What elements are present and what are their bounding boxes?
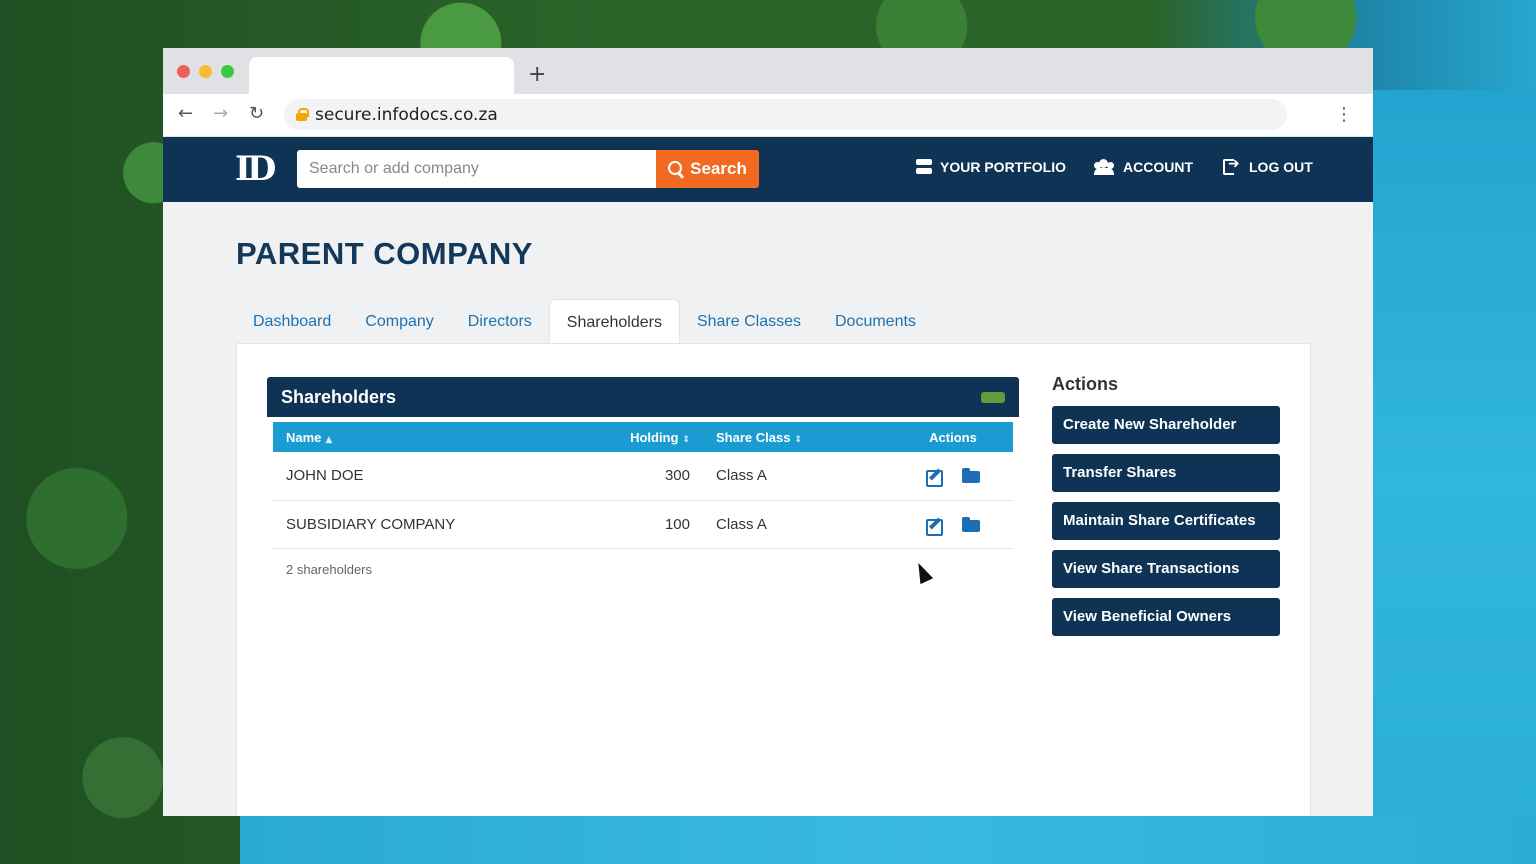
shareholders-card: Shareholders Name ▲ Holding ⇕ Share Class ⇕	[267, 377, 1019, 549]
window-controls	[177, 65, 234, 78]
sort-ascending-icon: ▲	[325, 434, 333, 445]
edit-icon[interactable]	[925, 517, 944, 536]
portfolio-icon	[916, 159, 932, 175]
infodocs-logo[interactable]: ID	[235, 152, 283, 186]
column-header-name[interactable]: Name ▲	[273, 422, 603, 452]
table-header-row: Name ▲ Holding ⇕ Share Class ⇕ Actions	[273, 422, 1013, 452]
shareholders-table: Name ▲ Holding ⇕ Share Class ⇕ Actions JOHN…	[273, 422, 1013, 549]
shareholder-share-class: Class A	[716, 467, 767, 485]
sort-icon: ⇕	[794, 434, 802, 445]
minimize-window-button[interactable]	[199, 65, 212, 78]
browser-window: + ← → ↻ secure.infodocs.co.za ⋮ ID Searc…	[163, 48, 1373, 816]
tab-company[interactable]: Company	[348, 299, 450, 344]
shareholder-count: 2 shareholders	[286, 562, 372, 577]
url-text[interactable]: secure.infodocs.co.za	[315, 105, 498, 125]
tab-shareholders[interactable]: Shareholders	[548, 299, 680, 344]
column-name-label: Name	[286, 429, 322, 445]
desktop-background-water	[1372, 90, 1536, 864]
browser-menu-icon[interactable]: ⋮	[1335, 104, 1353, 125]
nav-account-label: ACCOUNT	[1123, 159, 1193, 175]
nav-log-out[interactable]: LOG OUT	[1223, 156, 1313, 175]
view-share-transactions-button[interactable]: View Share Transactions	[1052, 550, 1280, 588]
row-actions	[893, 500, 1013, 548]
search-button-label: Search	[690, 159, 747, 178]
row-actions	[893, 452, 1013, 500]
actions-title: Actions	[1052, 374, 1119, 394]
new-tab-button[interactable]: +	[528, 62, 546, 87]
edit-icon[interactable]	[925, 468, 944, 488]
shareholder-holding: 100	[664, 515, 690, 533]
shareholders-card-header: Shareholders	[267, 377, 1019, 417]
folder-open-icon[interactable]	[962, 468, 981, 484]
column-header-holding[interactable]: Holding ⇕	[603, 422, 703, 452]
tab-directors[interactable]: Directors	[451, 299, 549, 344]
tab-dashboard[interactable]: Dashboard	[236, 299, 348, 344]
shareholder-holding: 300	[664, 467, 690, 485]
shareholder-name: SUBSIDIARY COMPANY	[286, 515, 456, 533]
column-header-share-class[interactable]: Share Class ⇕	[703, 422, 893, 452]
column-header-actions: Actions	[929, 429, 977, 445]
search-icon	[668, 161, 684, 177]
browser-tab-active[interactable]	[249, 57, 514, 94]
nav-account[interactable]: ACCOUNT	[1093, 159, 1193, 175]
shareholder-share-class: Class A	[716, 515, 767, 533]
lock-icon[interactable]	[296, 108, 309, 121]
nav-your-portfolio[interactable]: YOUR PORTFOLIO	[916, 159, 1066, 175]
create-new-shareholder-button[interactable]: Create New Shareholder	[1052, 406, 1280, 444]
close-window-button[interactable]	[177, 65, 190, 78]
collapse-toggle[interactable]	[981, 391, 1005, 403]
table-row: JOHN DOE 300 Class A	[273, 452, 1013, 500]
users-icon	[1093, 159, 1115, 175]
address-bar[interactable]: secure.infodocs.co.za	[284, 99, 1287, 130]
nav-portfolio-label: YOUR PORTFOLIO	[940, 159, 1066, 175]
tab-share-classes[interactable]: Share Classes	[680, 299, 818, 344]
view-beneficial-owners-button[interactable]: View Beneficial Owners	[1052, 598, 1280, 636]
nav-logout-label: LOG OUT	[1249, 159, 1313, 175]
forward-arrow-icon[interactable]: →	[213, 103, 228, 124]
tab-documents[interactable]: Documents	[818, 299, 933, 344]
maximize-window-button[interactable]	[221, 65, 234, 78]
desktop-background-water-bottom	[240, 816, 1536, 864]
page-title: PARENT COMPANY	[236, 236, 533, 271]
transfer-shares-button[interactable]: Transfer Shares	[1052, 454, 1280, 492]
app-header: ID Search YOUR PORTFOLIO ACCOUNT LOG OUT	[163, 137, 1373, 202]
sort-icon: ⇕	[682, 434, 690, 445]
maintain-share-certificates-button[interactable]: Maintain Share Certificates	[1052, 502, 1280, 540]
column-share-class-label: Share Class	[716, 429, 791, 445]
reload-icon[interactable]: ↻	[249, 103, 264, 124]
shareholders-card-title: Shareholders	[281, 386, 397, 407]
browser-tab-bar: +	[163, 48, 1373, 94]
tab-content-panel: Shareholders Name ▲ Holding ⇕ Share Class ⇕	[236, 343, 1311, 816]
column-holding-label: Holding	[630, 429, 679, 445]
back-arrow-icon[interactable]: ←	[178, 103, 193, 124]
actions-sidebar: Actions Create New Shareholder Transfer …	[1052, 374, 1282, 646]
browser-toolbar: ← → ↻ secure.infodocs.co.za ⋮	[163, 94, 1373, 137]
logout-icon	[1223, 156, 1241, 175]
table-row: SUBSIDIARY COMPANY 100 Class A	[273, 500, 1013, 548]
folder-open-icon[interactable]	[962, 516, 981, 533]
company-search-input[interactable]	[297, 150, 657, 188]
shareholder-name: JOHN DOE	[286, 467, 364, 485]
search-button[interactable]: Search	[656, 150, 759, 188]
company-tabs: Dashboard Company Directors Shareholders…	[236, 299, 933, 344]
